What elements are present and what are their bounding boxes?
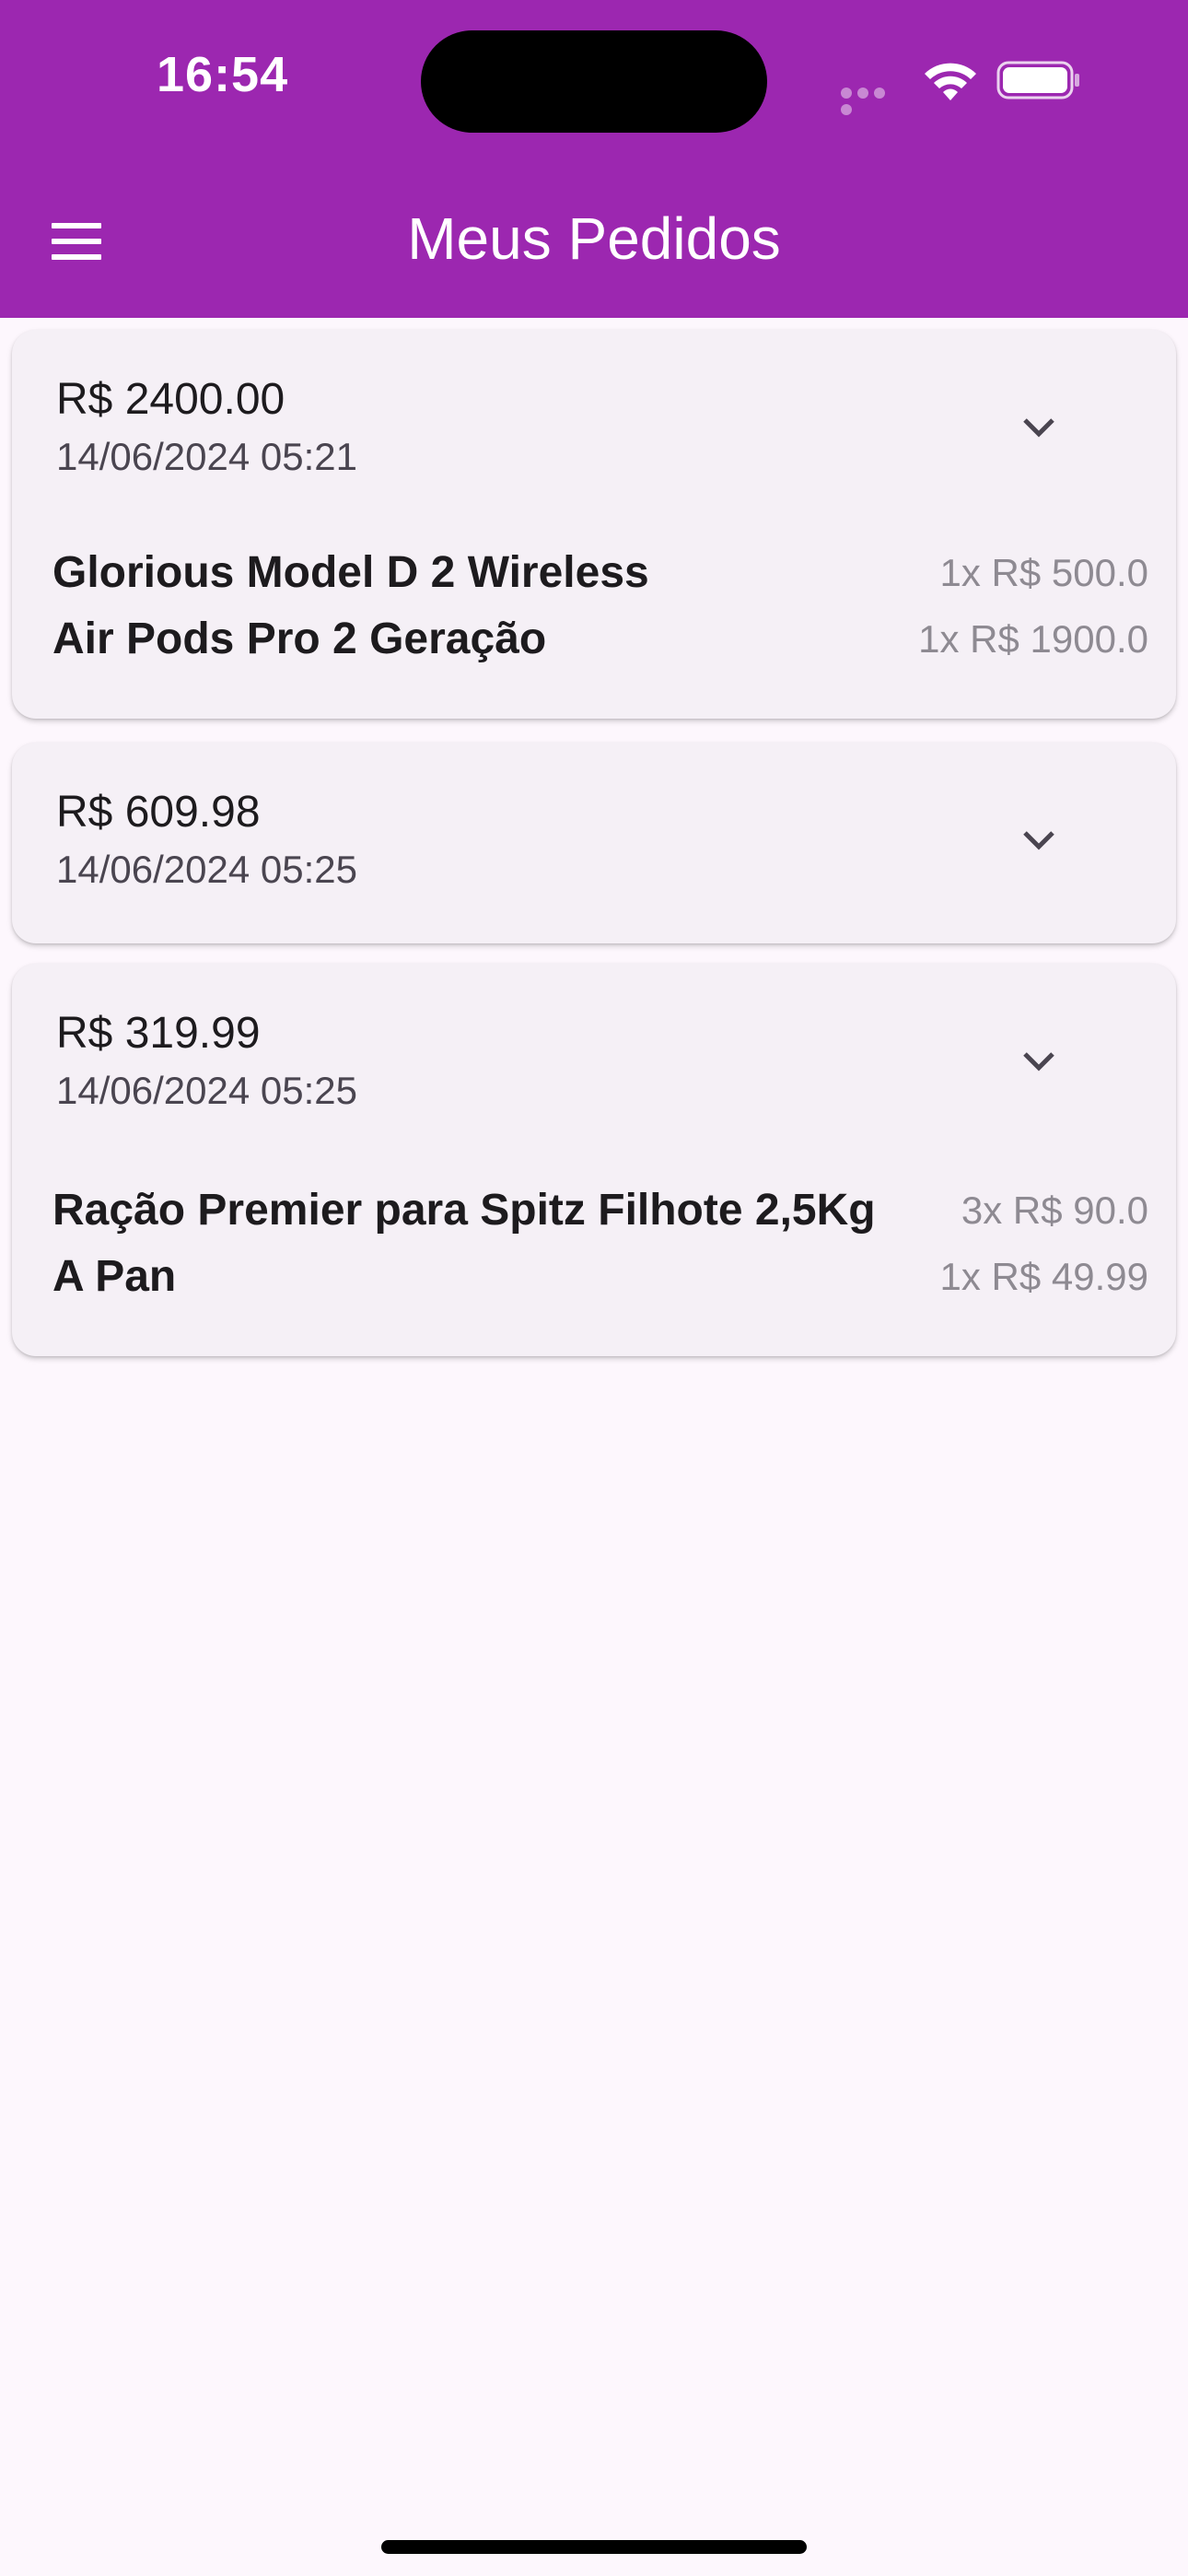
- order-date: 14/06/2024 05:25: [56, 848, 357, 891]
- item-qty-price: 1x R$ 49.99: [939, 1255, 1149, 1298]
- item-name: Ração Premier para Spitz Filhote 2,5Kg: [52, 1186, 876, 1235]
- item-name: Air Pods Pro 2 Geração: [52, 615, 547, 663]
- order-date: 14/06/2024 05:25: [56, 1069, 357, 1112]
- page-title: Meus Pedidos: [407, 205, 781, 272]
- wifi-icon: [925, 63, 976, 100]
- order-item: Air Pods Pro 2 Geração 1x R$ 1900.0: [52, 614, 1148, 680]
- item-qty-price: 1x R$ 500.0: [939, 551, 1149, 594]
- order-card[interactable]: R$ 2400.00 14/06/2024 05:21 Glorious Mod…: [12, 330, 1176, 719]
- item-qty-price: 1x R$ 1900.0: [918, 617, 1148, 661]
- order-item: Ração Premier para Spitz Filhote 2,5Kg 3…: [52, 1185, 1148, 1251]
- cellular-signal-icon: [841, 87, 905, 115]
- chevron-down-icon[interactable]: [1007, 807, 1071, 872]
- item-name: Glorious Model D 2 Wireless: [52, 548, 649, 597]
- dynamic-island: [421, 30, 767, 133]
- item-qty-price: 3x R$ 90.0: [961, 1188, 1148, 1232]
- item-name: A Pan: [52, 1252, 177, 1301]
- order-total: R$ 609.98: [56, 788, 261, 837]
- home-indicator[interactable]: [381, 2540, 807, 2554]
- app-bar: 16:54 Meus Pedidos: [0, 0, 1188, 318]
- chevron-up-icon[interactable]: [1007, 1028, 1071, 1093]
- order-item: A Pan 1x R$ 49.99: [52, 1251, 1148, 1317]
- order-card[interactable]: R$ 609.98 14/06/2024 05:25: [12, 743, 1176, 943]
- order-card[interactable]: R$ 319.99 14/06/2024 05:25 Ração Premier…: [12, 964, 1176, 1356]
- order-total: R$ 319.99: [56, 1009, 261, 1058]
- battery-icon: [996, 61, 1079, 100]
- order-date: 14/06/2024 05:21: [56, 435, 357, 478]
- status-bar-time: 16:54: [157, 47, 289, 102]
- order-item: Glorious Model D 2 Wireless 1x R$ 500.0: [52, 547, 1148, 614]
- order-total: R$ 2400.00: [56, 375, 285, 424]
- chevron-up-icon[interactable]: [1007, 394, 1071, 459]
